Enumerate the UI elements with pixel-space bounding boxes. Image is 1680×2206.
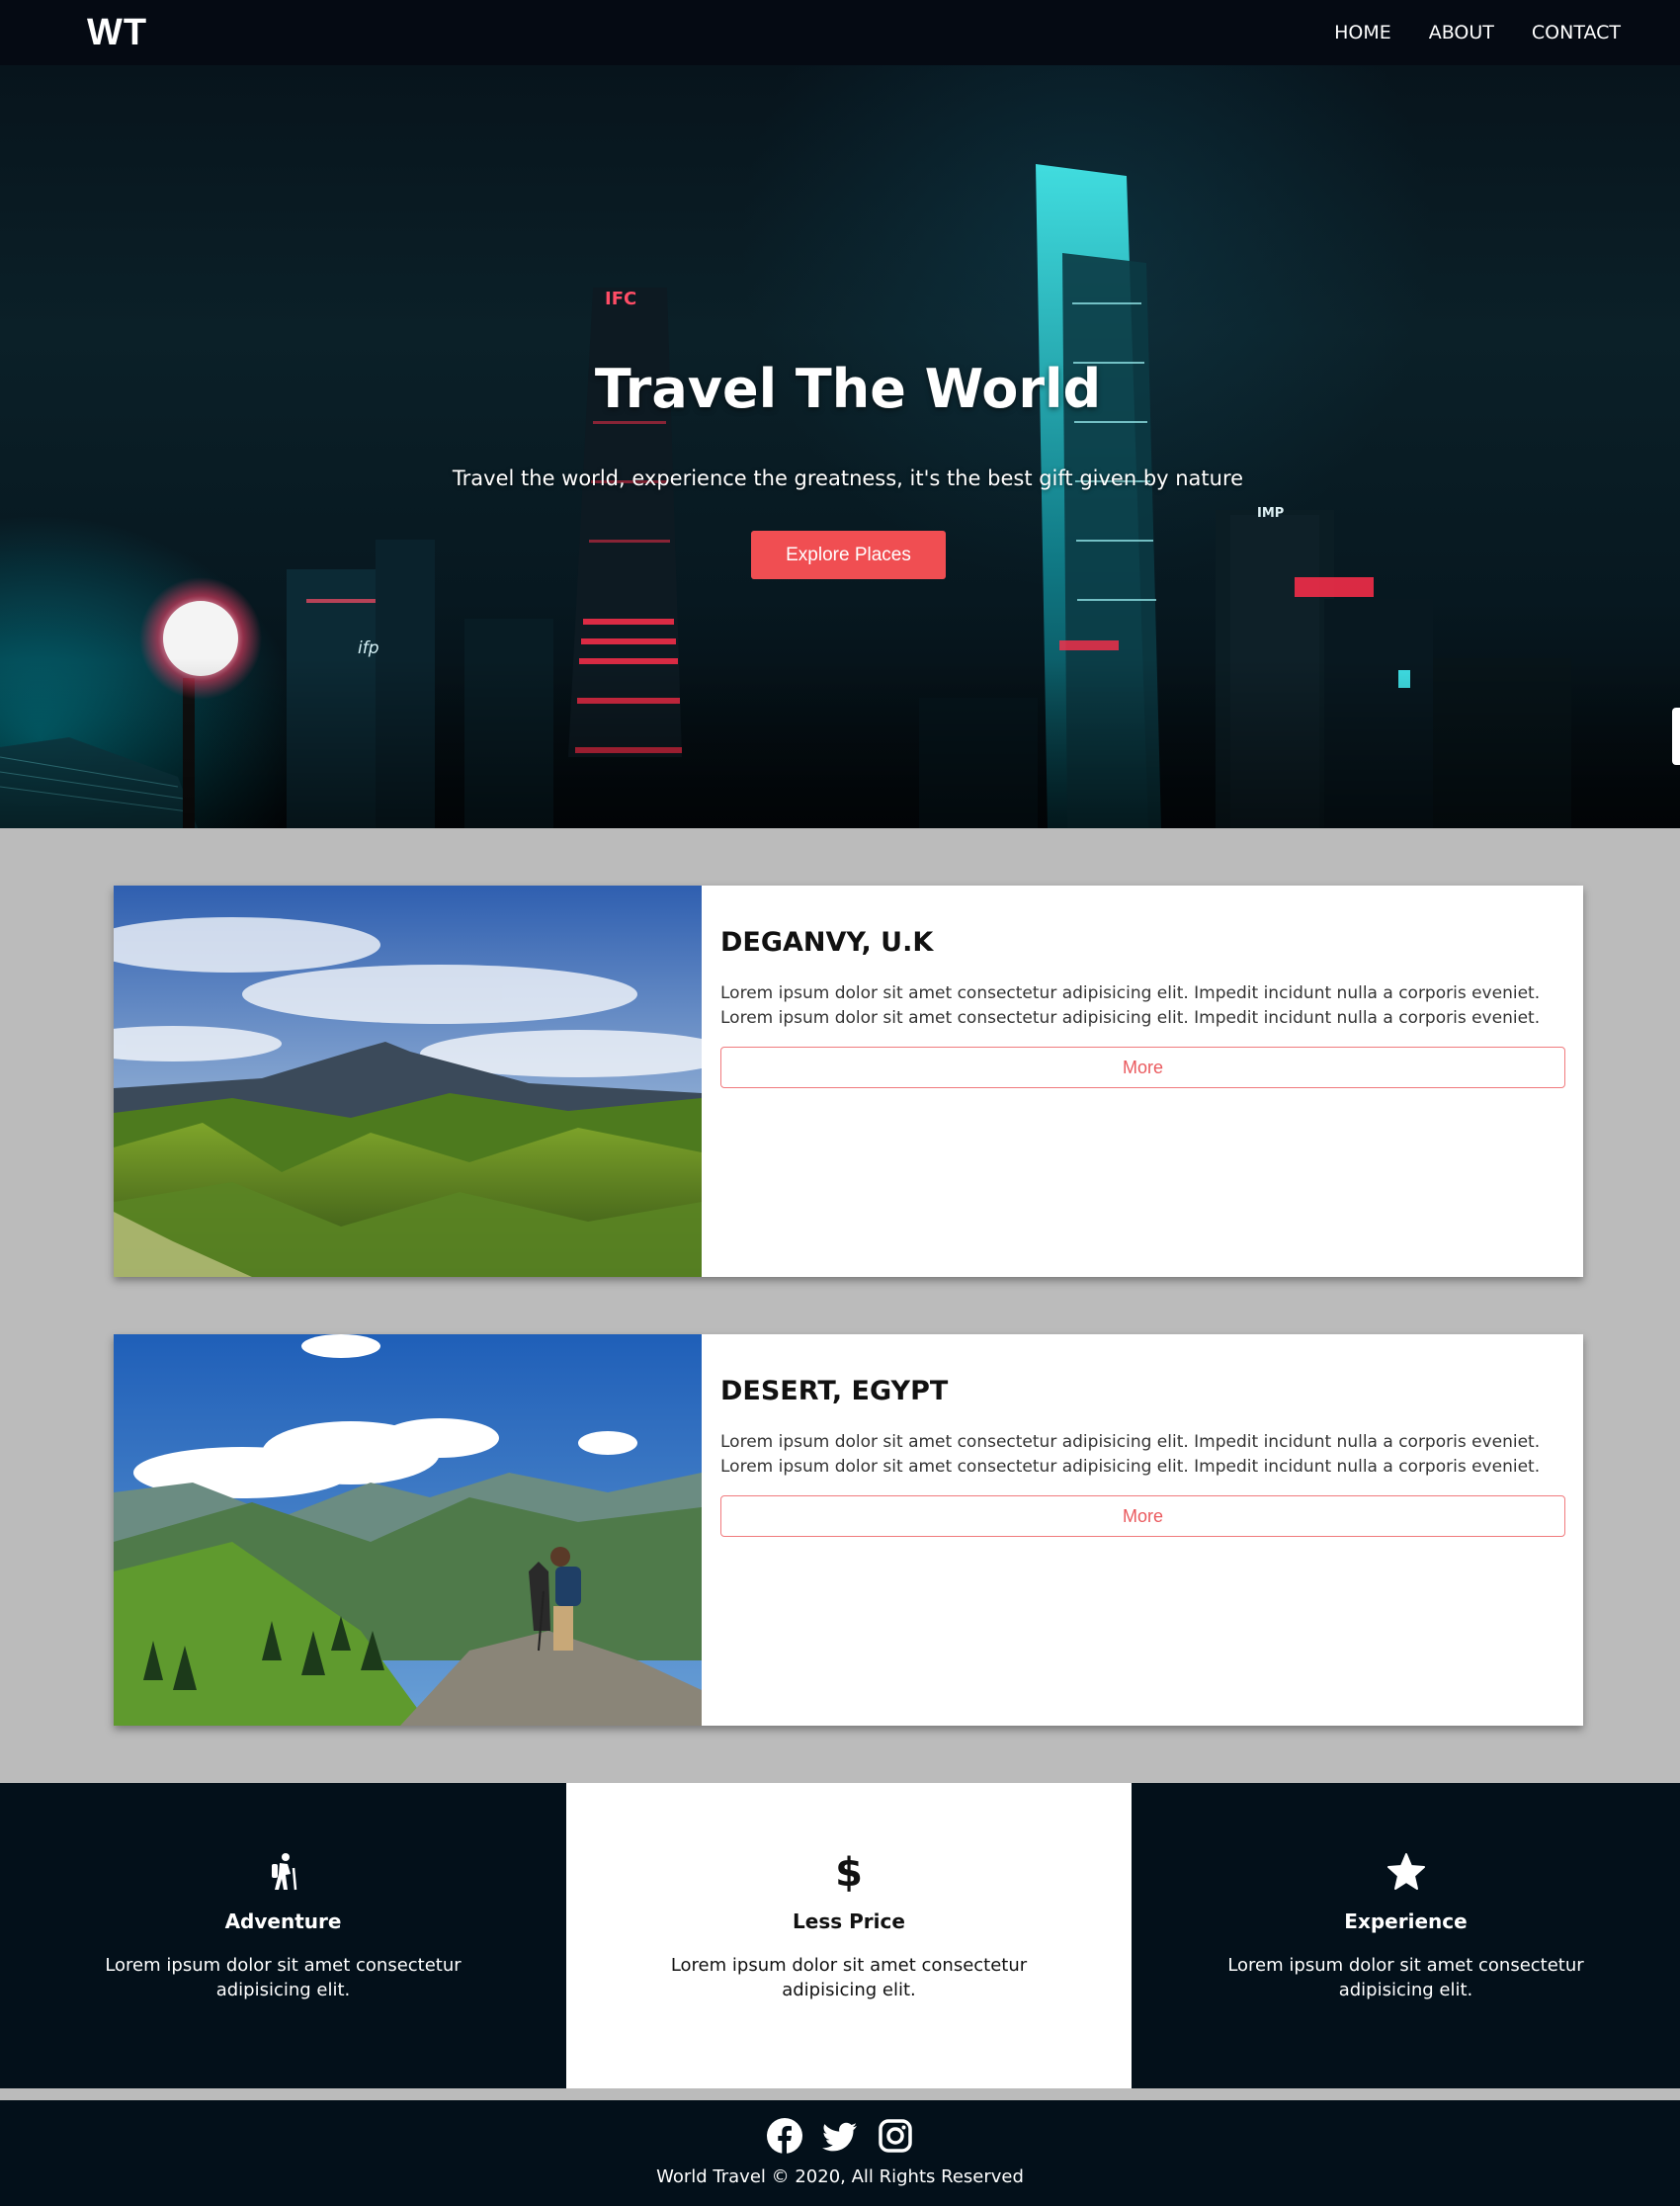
svg-text:$: $ xyxy=(836,1851,862,1893)
card-description: Lorem ipsum dolor sit amet consectetur a… xyxy=(720,1432,1541,1477)
svg-text:ifp: ifp xyxy=(358,638,379,658)
feature-description: Lorem ipsum dolor sit amet consectetur a… xyxy=(105,1955,462,2000)
site-footer: World Travel © 2020, All Rights Reserved xyxy=(0,2100,1680,2206)
card-title: DEGANVY, U.K xyxy=(720,927,934,958)
destination-card: DEGANVY, U.K Lorem ipsum dolor sit amet … xyxy=(114,886,1583,1277)
feature-experience: Experience Lorem ipsum dolor sit amet co… xyxy=(1132,1783,1680,2088)
feature-adventure: Adventure Lorem ipsum dolor sit amet con… xyxy=(0,1783,566,2088)
facebook-icon[interactable] xyxy=(766,2117,803,2155)
more-button[interactable]: More xyxy=(720,1495,1565,1537)
hiking-icon xyxy=(0,1848,566,1896)
hero-subtitle: Travel the world, experience the greatne… xyxy=(452,467,1244,490)
star-icon xyxy=(1132,1848,1680,1896)
feature-description: Lorem ipsum dolor sit amet consectetur a… xyxy=(670,1955,1028,2000)
side-scroll-tab[interactable] xyxy=(1672,708,1680,765)
site-logo[interactable]: WT xyxy=(87,12,147,54)
destination-image-mountain xyxy=(114,886,702,1277)
svg-text:IFC: IFC xyxy=(605,289,636,309)
card-title: DESERT, EGYPT xyxy=(720,1376,949,1406)
features-section: Adventure Lorem ipsum dolor sit amet con… xyxy=(0,1783,1680,2088)
hero-title: Travel The World xyxy=(594,358,1102,420)
more-button[interactable]: More xyxy=(720,1047,1565,1088)
nav-link-about[interactable]: ABOUT xyxy=(1429,22,1494,43)
svg-text:IMP: IMP xyxy=(1257,506,1284,521)
top-navbar: WT HOME ABOUT CONTACT xyxy=(0,0,1680,65)
destination-card: DESERT, EGYPT Lorem ipsum dolor sit amet… xyxy=(114,1334,1583,1726)
destination-image-hiker xyxy=(114,1334,702,1726)
hero-city-skyline-image: IFC IMP ifp xyxy=(0,164,1680,828)
card-description: Lorem ipsum dolor sit amet consectetur a… xyxy=(720,983,1541,1028)
social-links xyxy=(0,2100,1680,2155)
twitter-icon[interactable] xyxy=(821,2117,859,2155)
card-content: DEGANVY, U.K Lorem ipsum dolor sit amet … xyxy=(720,886,1565,1088)
feature-title: Adventure xyxy=(224,1909,342,1933)
dollar-icon: $ xyxy=(566,1848,1132,1896)
hero-section: IFC IMP ifp Travel The World Travel the … xyxy=(0,65,1680,828)
nav-links: HOME ABOUT CONTACT xyxy=(1334,0,1621,65)
card-content: DESERT, EGYPT Lorem ipsum dolor sit amet… xyxy=(720,1334,1565,1537)
nav-link-home[interactable]: HOME xyxy=(1334,22,1391,43)
copyright-text: World Travel © 2020, All Rights Reserved xyxy=(656,2166,1024,2187)
feature-title: Experience xyxy=(1344,1909,1468,1933)
explore-places-button[interactable]: Explore Places xyxy=(751,531,946,579)
feature-title: Less Price xyxy=(793,1909,905,1933)
feature-less-price: $ Less Price Lorem ipsum dolor sit amet … xyxy=(566,1783,1132,2088)
feature-description: Lorem ipsum dolor sit amet consectetur a… xyxy=(1227,1955,1584,2000)
nav-link-contact[interactable]: CONTACT xyxy=(1532,22,1621,43)
instagram-icon[interactable] xyxy=(877,2117,914,2155)
